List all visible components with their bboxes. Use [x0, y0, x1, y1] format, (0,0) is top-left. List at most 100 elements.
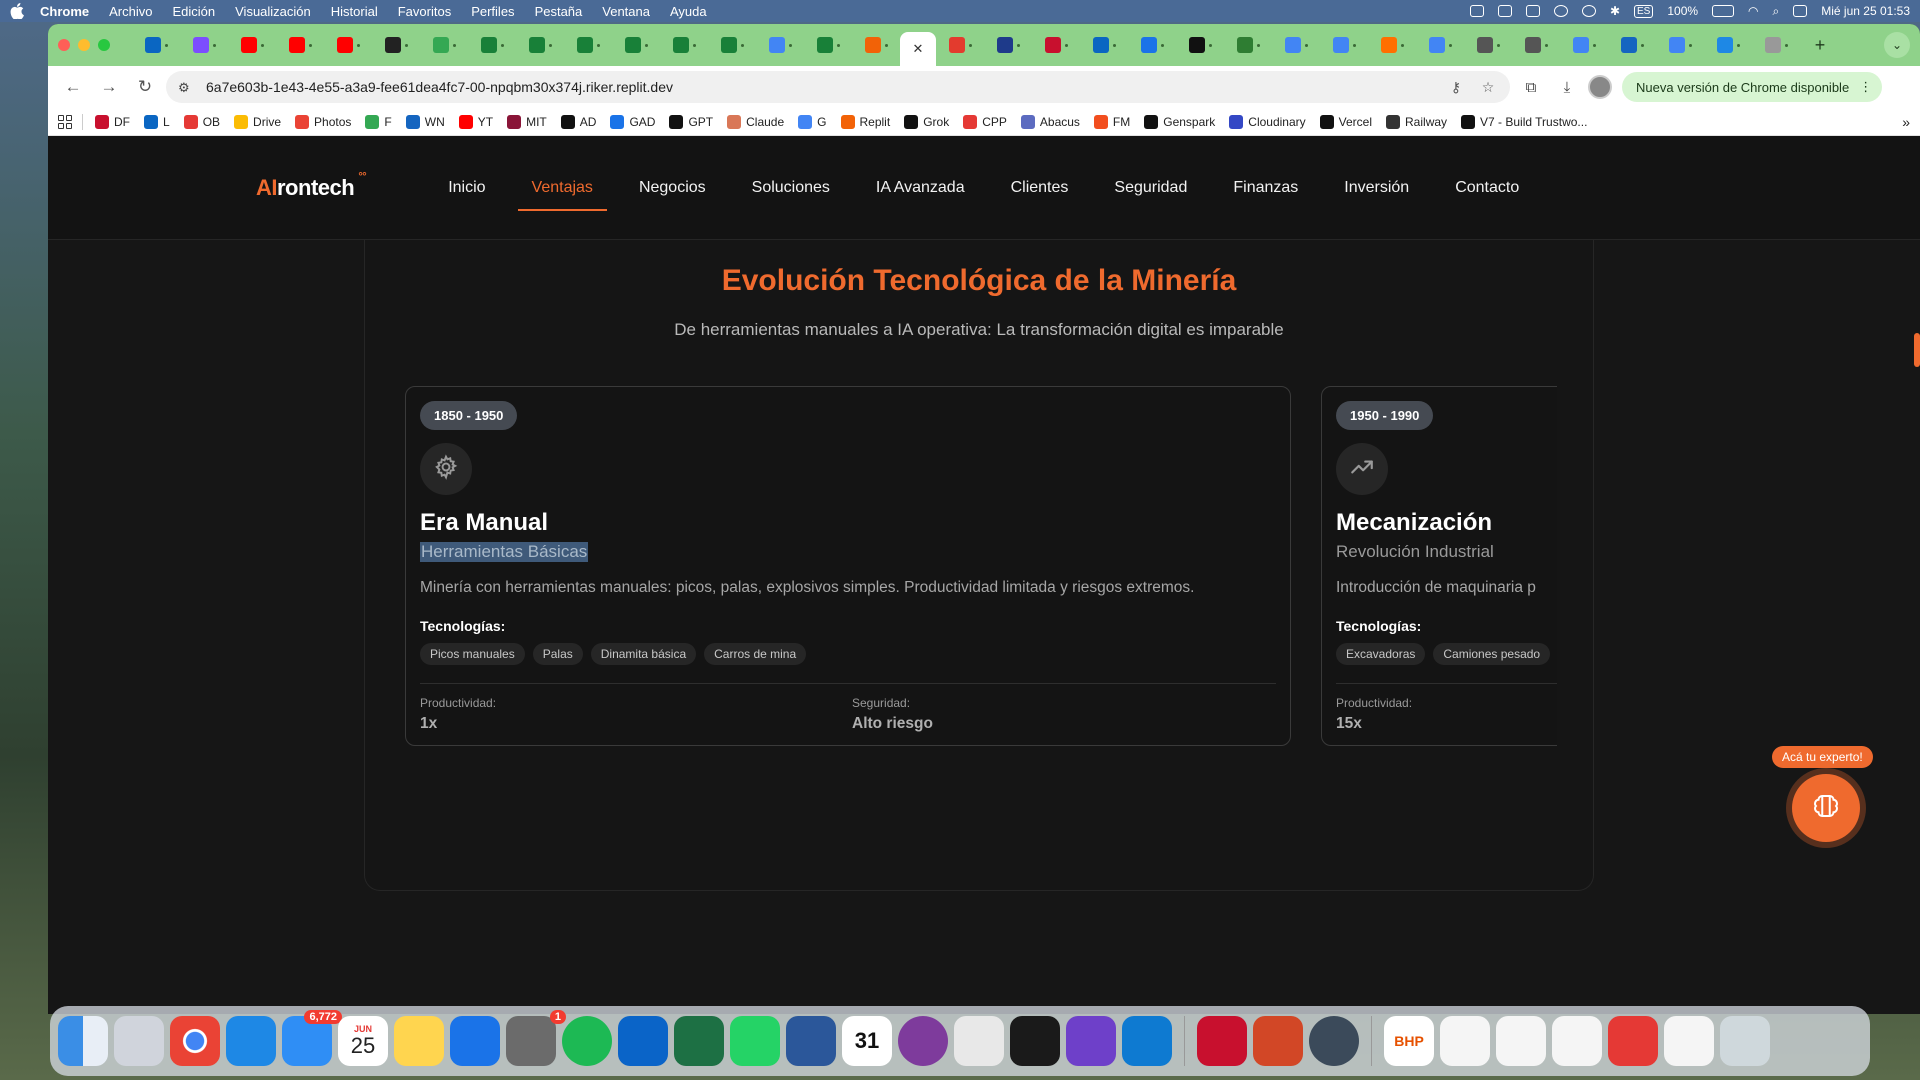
nav-item-inversi-n[interactable]: Inversión	[1344, 169, 1409, 207]
new-tab-button[interactable]: +	[1806, 35, 1834, 56]
bookmark-item[interactable]: V7 - Build Trustwo...	[1461, 114, 1587, 129]
figma-app-icon[interactable]	[1010, 1016, 1060, 1066]
nav-item-ventajas[interactable]: Ventajas	[517, 169, 608, 211]
close-window-button[interactable]	[58, 39, 70, 51]
browser-tab[interactable]	[612, 31, 660, 59]
recent-pdf-icon[interactable]	[1664, 1016, 1714, 1066]
browser-tab[interactable]	[1176, 31, 1224, 59]
more-menu-icon[interactable]: ⋮	[1859, 79, 1872, 95]
bookmark-item[interactable]: Drive	[234, 114, 281, 129]
browser-tab[interactable]	[1560, 31, 1608, 59]
bhp-document-icon[interactable]: BHP	[1384, 1016, 1434, 1066]
calendar-31-app-icon[interactable]: 31	[842, 1016, 892, 1066]
timeline-card[interactable]: 1850 - 1950 Era Manual Herramientas Bási…	[405, 386, 1291, 746]
podcast-app-icon[interactable]	[898, 1016, 948, 1066]
bookmark-item[interactable]: Claude	[727, 114, 784, 129]
browser-tab[interactable]	[228, 31, 276, 59]
acrobat-app-icon[interactable]	[1197, 1016, 1247, 1066]
recent-document-icon[interactable]	[1440, 1016, 1490, 1066]
forward-button[interactable]: →	[94, 72, 124, 102]
minimize-window-button[interactable]	[78, 39, 90, 51]
spotify-app-icon[interactable]	[562, 1016, 612, 1066]
browser-tab[interactable]	[1080, 31, 1128, 59]
scroll-indicator[interactable]	[1914, 333, 1920, 367]
launchpad-app-icon[interactable]	[114, 1016, 164, 1066]
calendar-app-icon[interactable]: JUN 25	[338, 1016, 388, 1066]
browser-tab[interactable]	[372, 31, 420, 59]
browser-tab[interactable]	[1032, 31, 1080, 59]
keynote-app-icon[interactable]	[450, 1016, 500, 1066]
excel-app-icon[interactable]	[674, 1016, 724, 1066]
status-app-icon[interactable]	[1469, 5, 1484, 17]
browser-tab[interactable]	[1704, 31, 1752, 59]
browser-tab[interactable]	[1224, 31, 1272, 59]
wifi-icon[interactable]: ◠	[1748, 4, 1758, 18]
browser-tab[interactable]	[276, 31, 324, 59]
browser-tab[interactable]	[660, 31, 708, 59]
close-tab-icon[interactable]: ✕	[913, 41, 924, 57]
apps-grid-icon[interactable]	[58, 114, 72, 129]
bookmark-item[interactable]: CPP	[963, 114, 1007, 129]
bookmark-item[interactable]: Photos	[295, 114, 351, 129]
timeline-card[interactable]: 1950 - 1990 Mecanización Revolución Indu…	[1321, 386, 1557, 746]
site-info-icon[interactable]: ⚙	[178, 80, 196, 95]
mail-app-icon[interactable]: 6,772	[282, 1010, 342, 1066]
nav-item-negocios[interactable]: Negocios	[639, 169, 706, 207]
headphones-icon[interactable]	[1581, 5, 1596, 17]
menu-archivo[interactable]: Archivo	[109, 4, 152, 19]
bookmark-item[interactable]: AD	[560, 114, 596, 129]
profile-avatar[interactable]	[1588, 75, 1612, 99]
bookmark-item[interactable]: DF	[95, 114, 130, 129]
bookmark-item[interactable]: Railway	[1386, 114, 1447, 129]
browser-tab[interactable]	[708, 31, 756, 59]
bookmark-item[interactable]: Cloudinary	[1229, 114, 1306, 129]
browser-tab[interactable]	[852, 31, 900, 59]
recent-document-icon[interactable]	[1608, 1016, 1658, 1066]
apple-icon[interactable]	[10, 3, 26, 20]
browser-tab[interactable]	[564, 31, 612, 59]
bookmark-item[interactable]: G	[798, 114, 827, 129]
play-status-icon[interactable]	[1553, 5, 1568, 17]
menu-edicion[interactable]: Edición	[172, 4, 215, 19]
spotlight-search-icon[interactable]: ⌕	[1773, 4, 1780, 19]
nav-item-contacto[interactable]: Contacto	[1455, 169, 1519, 207]
browser-tab[interactable]	[1320, 31, 1368, 59]
browser-tab[interactable]	[1368, 31, 1416, 59]
quicktime-app-icon[interactable]	[1309, 1016, 1359, 1066]
powerpoint-app-icon[interactable]	[1253, 1016, 1303, 1066]
browser-tab[interactable]	[420, 31, 468, 59]
reload-button[interactable]: ↻	[130, 72, 160, 102]
menu-app-chrome[interactable]: Chrome	[40, 4, 89, 19]
github-desktop-app-icon[interactable]	[1066, 1016, 1116, 1066]
browser-tab[interactable]	[1416, 31, 1464, 59]
menu-visualizacion[interactable]: Visualización	[235, 4, 311, 19]
bookmark-item[interactable]: GAD	[610, 114, 655, 129]
outlook-app-icon[interactable]	[618, 1016, 668, 1066]
recent-document-icon[interactable]	[1552, 1016, 1602, 1066]
system-settings-app-icon[interactable]: 1	[506, 1010, 566, 1066]
bookmark-item[interactable]: OB	[183, 114, 220, 129]
menu-favoritos[interactable]: Favoritos	[398, 4, 451, 19]
browser-tab[interactable]	[1464, 31, 1512, 59]
chrome-update-button[interactable]: Nueva versión de Chrome disponible ⋮	[1622, 72, 1883, 102]
iphone-mirroring-app-icon[interactable]	[954, 1016, 1004, 1066]
menu-ayuda[interactable]: Ayuda	[670, 4, 707, 19]
nav-item-finanzas[interactable]: Finanzas	[1233, 169, 1298, 207]
expert-chat-button[interactable]	[1792, 774, 1860, 842]
bookmark-star-icon[interactable]: ☆	[1478, 77, 1498, 97]
more-bookmarks-icon[interactable]: »	[1902, 114, 1910, 130]
browser-tab[interactable]	[1128, 31, 1176, 59]
browser-tab[interactable]	[804, 31, 852, 59]
nav-item-clientes[interactable]: Clientes	[1011, 169, 1069, 207]
bookmark-item[interactable]: Genspark	[1144, 114, 1215, 129]
menu-perfiles[interactable]: Perfiles	[471, 4, 514, 19]
browser-tab[interactable]	[132, 31, 180, 59]
drive-status-icon[interactable]	[1525, 5, 1540, 17]
browser-tab[interactable]	[468, 31, 516, 59]
word-app-icon[interactable]	[786, 1016, 836, 1066]
menu-pestana[interactable]: Pestaña	[535, 4, 583, 19]
recent-document-icon[interactable]	[1496, 1016, 1546, 1066]
chrome-app-icon[interactable]	[170, 1016, 220, 1066]
bookmark-item[interactable]: L	[144, 114, 170, 129]
browser-tab[interactable]	[1272, 31, 1320, 59]
